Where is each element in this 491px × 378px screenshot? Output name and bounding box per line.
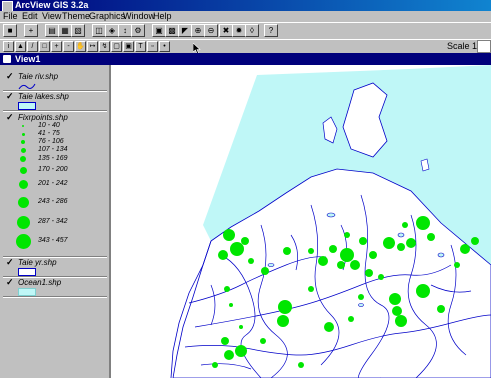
- measure-icon[interactable]: ↦: [87, 41, 98, 52]
- legend-label: 10 - 40: [38, 122, 60, 129]
- add-theme-icon[interactable]: +: [24, 24, 38, 37]
- menu-window[interactable]: Window: [123, 11, 155, 22]
- point-symbol-icon: [21, 148, 26, 153]
- layer-name: Taie riv.shp: [18, 72, 59, 81]
- view-title: View1: [15, 54, 41, 64]
- menu-file[interactable]: File: [3, 11, 18, 22]
- point-symbol-icon: [22, 133, 25, 136]
- separator: [3, 296, 107, 298]
- zoom-selected-icon[interactable]: ◤: [178, 24, 192, 37]
- legend-label: 170 - 200: [38, 166, 68, 173]
- polygon-symbol-icon: [18, 102, 36, 110]
- layer-visibility-check-icon[interactable]: ✓: [6, 92, 14, 101]
- layer-name: Fixrpoints.shp: [18, 113, 68, 122]
- legend-label: 201 - 242: [38, 180, 68, 187]
- select-features-icon[interactable]: ✹: [232, 24, 246, 37]
- zoom-out-icon[interactable]: ⊖: [204, 24, 218, 37]
- table-of-contents: ✓ Taie riv.shp ✓ Taie lakes.shp ✓ Fixrpo…: [0, 65, 111, 378]
- open-table-icon[interactable]: ◫: [92, 24, 106, 37]
- legend-class: 243 - 286: [8, 197, 108, 212]
- menu-edit[interactable]: Edit: [22, 11, 38, 22]
- draw-icon[interactable]: ▫: [147, 41, 158, 52]
- save-icon[interactable]: ■: [3, 24, 17, 37]
- label-icon[interactable]: ▣: [123, 41, 134, 52]
- pointer-icon[interactable]: ▲: [15, 41, 26, 52]
- app-title: ArcView GIS 3.2a: [15, 0, 89, 10]
- button-bar: ■ + ▤ ▦ ▧ ◫ ◈ ↕ ⚙ ▣ ▩ ◤ ⊕ ⊖ ✖ ✹ ◊ ?: [0, 22, 491, 40]
- area-of-interest-icon[interactable]: ▢: [111, 41, 122, 52]
- legend-class: 201 - 242: [8, 180, 108, 194]
- map-display[interactable]: [111, 65, 491, 378]
- zoom-previous-icon[interactable]: ✖: [219, 24, 233, 37]
- point-symbol-icon: [20, 156, 26, 162]
- point-symbol-icon: [20, 167, 27, 174]
- zoom-active-icon[interactable]: ▩: [165, 24, 179, 37]
- view-window-titlebar: View1: [0, 53, 491, 65]
- layer-taie-riv[interactable]: ✓ Taie riv.shp: [6, 72, 106, 92]
- legend-label: 107 - 134: [38, 146, 68, 153]
- layer-name: Taie lakes.shp: [18, 92, 69, 101]
- layer-name: Taie yr.shp: [18, 258, 57, 267]
- point-symbol-icon: [18, 197, 29, 208]
- menu-view[interactable]: View: [42, 11, 61, 22]
- layer-ocean1[interactable]: ✓ Ocean1.shp: [6, 278, 106, 298]
- map-canvas[interactable]: [111, 65, 491, 378]
- point-symbol-icon: [17, 216, 30, 229]
- legend-label: 243 - 286: [38, 198, 68, 205]
- zoom-in-tool-icon[interactable]: +: [51, 41, 62, 52]
- layer-visibility-check-icon[interactable]: ✓: [6, 72, 14, 81]
- draw-point-icon[interactable]: •: [159, 41, 170, 52]
- legend-label: 135 - 169: [38, 155, 68, 162]
- point-symbol-icon: [21, 140, 25, 144]
- menu-theme[interactable]: Theme: [62, 11, 90, 22]
- legend-label: 287 - 342: [38, 218, 68, 225]
- legend-label: 41 - 75: [38, 130, 60, 137]
- legend-label: 343 - 457: [38, 237, 68, 244]
- help-icon[interactable]: ?: [264, 24, 278, 37]
- theme-properties-icon[interactable]: ▦: [58, 24, 72, 37]
- menu-help[interactable]: Help: [153, 11, 172, 22]
- menu-bar: File Edit View Theme Graphics Window Hel…: [0, 11, 491, 22]
- select-feature-icon[interactable]: □: [39, 41, 50, 52]
- zoom-in-icon[interactable]: ⊕: [191, 24, 205, 37]
- layer-name: Ocean1.shp: [18, 278, 62, 287]
- polygon-symbol-icon: [18, 288, 36, 296]
- hotlink-icon[interactable]: ↯: [99, 41, 110, 52]
- zoom-out-tool-icon[interactable]: -: [63, 41, 74, 52]
- point-symbol-icon: [19, 180, 28, 189]
- polygon-symbol-icon: [18, 268, 36, 276]
- clear-selection-icon[interactable]: ◊: [245, 24, 259, 37]
- menu-graphics[interactable]: Graphics: [89, 11, 125, 22]
- legend-class: 287 - 342: [8, 216, 108, 232]
- identify-icon[interactable]: i: [3, 41, 14, 52]
- layer-visibility-check-icon[interactable]: ✓: [6, 258, 14, 267]
- locate-icon[interactable]: ↕: [118, 24, 132, 37]
- find-icon[interactable]: ◈: [105, 24, 119, 37]
- scale-label: Scale 1: [446, 41, 477, 51]
- text-icon[interactable]: T: [135, 41, 146, 52]
- point-symbol-icon: [22, 125, 24, 127]
- edit-legend-icon[interactable]: ▧: [71, 24, 85, 37]
- layer-visibility-check-icon[interactable]: ✓: [6, 113, 14, 122]
- layer-visibility-check-icon[interactable]: ✓: [6, 278, 14, 287]
- query-builder-icon[interactable]: ⚙: [131, 24, 145, 37]
- layer-taie-yr[interactable]: ✓ Taie yr.shp: [6, 258, 106, 278]
- app-titlebar: ArcView GIS 3.2a: [0, 0, 491, 12]
- separator: [3, 110, 107, 112]
- point-symbol-icon: [16, 234, 31, 249]
- legend-label: 76 - 106: [38, 138, 64, 145]
- view-icon: [3, 55, 11, 63]
- layer-taie-lakes[interactable]: ✓ Taie lakes.shp: [6, 92, 106, 112]
- properties-icon[interactable]: ▤: [45, 24, 59, 37]
- legend-class: 170 - 200: [8, 166, 108, 180]
- legend-class: 343 - 457: [8, 234, 108, 251]
- zoom-full-icon[interactable]: ▣: [152, 24, 166, 37]
- scale-field[interactable]: [477, 40, 491, 53]
- pan-icon[interactable]: ✋: [75, 41, 86, 52]
- vertex-edit-icon[interactable]: /: [27, 41, 38, 52]
- tool-bar: i ▲ / □ + - ✋ ↦ ↯ ▢ ▣ T ▫ • Scale 1: [0, 39, 491, 54]
